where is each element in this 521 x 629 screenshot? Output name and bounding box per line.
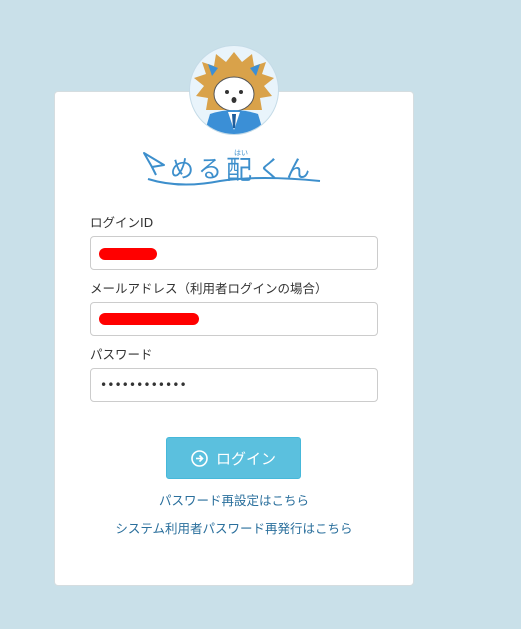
login-button-label: ログイン xyxy=(215,449,276,468)
email-label: メールアドレス（利用者ログインの場合） xyxy=(90,281,328,296)
mascot-avatar xyxy=(189,45,279,135)
logo-text-me: め xyxy=(170,155,194,183)
password-reset-link[interactable]: パスワード再設定はこちら xyxy=(54,490,414,509)
email-input[interactable] xyxy=(90,302,378,336)
svg-text:ん: ん xyxy=(286,155,310,183)
login-id-label: ログインID xyxy=(90,215,154,230)
login-id-input[interactable] xyxy=(90,236,378,270)
app-logo: め る はい 配 く ん xyxy=(140,145,330,190)
password-label: パスワード xyxy=(90,347,153,362)
svg-text:る: る xyxy=(198,155,222,183)
svg-text:く: く xyxy=(258,155,282,183)
arrow-circle-right-icon xyxy=(191,449,208,467)
svg-text:配: 配 xyxy=(226,156,252,186)
email-redaction xyxy=(99,313,199,325)
password-input[interactable]: •••••••••••• xyxy=(90,368,378,402)
system-password-reissue-link[interactable]: システム利用者パスワード再発行はこちら xyxy=(54,518,414,537)
login-button[interactable]: ログイン xyxy=(166,437,301,479)
password-value: •••••••••••• xyxy=(100,378,187,392)
login-id-redaction xyxy=(99,248,157,260)
